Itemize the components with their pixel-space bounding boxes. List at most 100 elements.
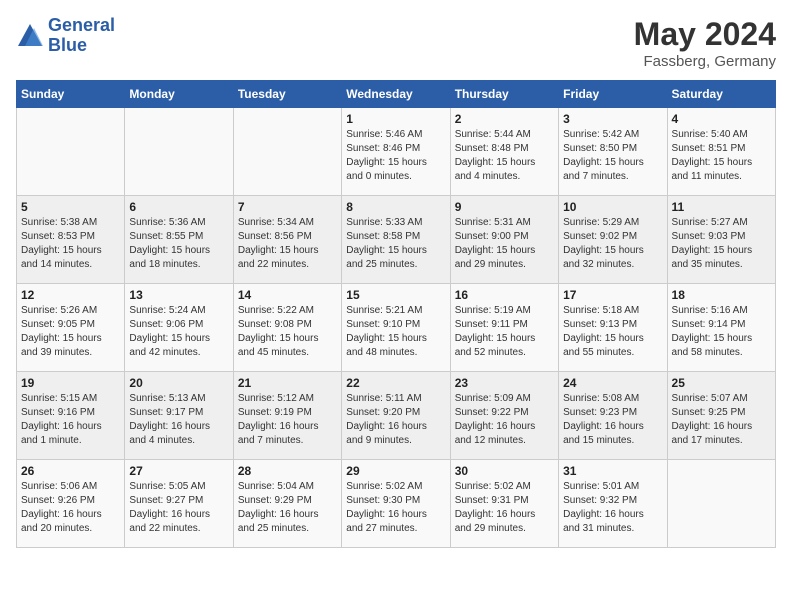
day-info: Sunrise: 5:09 AM Sunset: 9:22 PM Dayligh… (455, 392, 554, 448)
day-number: 7 (238, 200, 337, 214)
calendar-cell: 17 Sunrise: 5:18 AM Sunset: 9:13 PM Dayli… (559, 284, 667, 372)
day-info: Sunrise: 5:42 AM Sunset: 8:50 PM Dayligh… (563, 128, 662, 184)
day-info: Sunrise: 5:22 AM Sunset: 9:08 PM Dayligh… (238, 304, 337, 360)
day-number: 27 (129, 464, 228, 478)
day-info: Sunrise: 5:01 AM Sunset: 9:32 PM Dayligh… (563, 480, 662, 536)
day-number: 13 (129, 288, 228, 302)
day-number: 30 (455, 464, 554, 478)
location: Fassberg, Germany (634, 53, 776, 70)
day-number: 23 (455, 376, 554, 390)
logo-line1: General (48, 16, 115, 36)
day-info: Sunrise: 5:24 AM Sunset: 9:06 PM Dayligh… (129, 304, 228, 360)
calendar-cell: 23 Sunrise: 5:09 AM Sunset: 9:22 PM Dayli… (450, 372, 558, 460)
col-monday: Monday (125, 81, 233, 108)
day-info: Sunrise: 5:31 AM Sunset: 9:00 PM Dayligh… (455, 216, 554, 272)
day-number: 10 (563, 200, 662, 214)
calendar-cell: 13 Sunrise: 5:24 AM Sunset: 9:06 PM Dayli… (125, 284, 233, 372)
day-info: Sunrise: 5:12 AM Sunset: 9:19 PM Dayligh… (238, 392, 337, 448)
calendar-cell: 8 Sunrise: 5:33 AM Sunset: 8:58 PM Daylig… (342, 196, 450, 284)
calendar-week-4: 19 Sunrise: 5:15 AM Sunset: 9:16 PM Dayli… (17, 372, 776, 460)
day-info: Sunrise: 5:46 AM Sunset: 8:46 PM Dayligh… (346, 128, 445, 184)
calendar-cell: 16Sunrise: 5:19 AM Sunset: 9:11 PM Dayli… (450, 284, 558, 372)
day-number: 9 (455, 200, 554, 214)
calendar-cell: 20 Sunrise: 5:13 AM Sunset: 9:17 PM Dayli… (125, 372, 233, 460)
day-info: Sunrise: 5:36 AM Sunset: 8:55 PM Dayligh… (129, 216, 228, 272)
day-number: 18 (672, 288, 771, 302)
day-info: Sunrise: 5:02 AM Sunset: 9:30 PM Dayligh… (346, 480, 445, 536)
day-info: Sunrise: 5:44 AM Sunset: 8:48 PM Dayligh… (455, 128, 554, 184)
day-number: 19 (21, 376, 120, 390)
day-info: Sunrise: 5:18 AM Sunset: 9:13 PM Dayligh… (563, 304, 662, 360)
day-number: 22 (346, 376, 445, 390)
day-number: 2 (455, 112, 554, 126)
calendar-cell: 14 Sunrise: 5:22 AM Sunset: 9:08 PM Dayli… (233, 284, 341, 372)
day-number: 1 (346, 112, 445, 126)
day-number: 3 (563, 112, 662, 126)
calendar-cell: 6 Sunrise: 5:36 AM Sunset: 8:55 PM Daylig… (125, 196, 233, 284)
day-info: Sunrise: 5:15 AM Sunset: 9:16 PM Dayligh… (21, 392, 120, 448)
calendar-cell: 15 Sunrise: 5:21 AM Sunset: 9:10 PM Dayli… (342, 284, 450, 372)
calendar-cell: 18Sunrise: 5:16 AM Sunset: 9:14 PM Dayli… (667, 284, 775, 372)
logo-text: General Blue (48, 16, 115, 56)
day-number: 17 (563, 288, 662, 302)
day-info: Sunrise: 5:29 AM Sunset: 9:02 PM Dayligh… (563, 216, 662, 272)
calendar-cell: 10 Sunrise: 5:29 AM Sunset: 9:02 PM Dayli… (559, 196, 667, 284)
calendar-cell: 2 Sunrise: 5:44 AM Sunset: 8:48 PM Daylig… (450, 108, 558, 196)
calendar-cell: 1 Sunrise: 5:46 AM Sunset: 8:46 PM Daylig… (342, 108, 450, 196)
day-info: Sunrise: 5:26 AM Sunset: 9:05 PM Dayligh… (21, 304, 120, 360)
day-number: 14 (238, 288, 337, 302)
day-number: 26 (21, 464, 120, 478)
month-year: May 2024 (634, 16, 776, 53)
day-info: Sunrise: 5:08 AM Sunset: 9:23 PM Dayligh… (563, 392, 662, 448)
logo-icon (16, 22, 44, 50)
day-number: 6 (129, 200, 228, 214)
calendar-week-5: 26 Sunrise: 5:06 AM Sunset: 9:26 PM Dayli… (17, 460, 776, 548)
calendar-cell (667, 460, 775, 548)
day-info: Sunrise: 5:07 AM Sunset: 9:25 PM Dayligh… (672, 392, 771, 448)
calendar-cell: 4Sunrise: 5:40 AM Sunset: 8:51 PM Daylig… (667, 108, 775, 196)
day-number: 20 (129, 376, 228, 390)
calendar-cell: 28Sunrise: 5:04 AM Sunset: 9:29 PM Dayli… (233, 460, 341, 548)
col-tuesday: Tuesday (233, 81, 341, 108)
calendar-cell: 31 Sunrise: 5:01 AM Sunset: 9:32 PM Dayli… (559, 460, 667, 548)
logo: General Blue (16, 16, 115, 56)
col-wednesday: Wednesday (342, 81, 450, 108)
calendar-week-2: 5Sunrise: 5:38 AM Sunset: 8:53 PM Daylig… (17, 196, 776, 284)
day-info: Sunrise: 5:33 AM Sunset: 8:58 PM Dayligh… (346, 216, 445, 272)
title-block: May 2024 Fassberg, Germany (634, 16, 776, 70)
calendar-cell: 24 Sunrise: 5:08 AM Sunset: 9:23 PM Dayli… (559, 372, 667, 460)
calendar-week-3: 12 Sunrise: 5:26 AM Sunset: 9:05 PM Dayli… (17, 284, 776, 372)
col-friday: Friday (559, 81, 667, 108)
calendar-cell: 12 Sunrise: 5:26 AM Sunset: 9:05 PM Dayli… (17, 284, 125, 372)
calendar-cell: 26 Sunrise: 5:06 AM Sunset: 9:26 PM Dayli… (17, 460, 125, 548)
calendar-cell: 19 Sunrise: 5:15 AM Sunset: 9:16 PM Dayli… (17, 372, 125, 460)
calendar-cell: 11Sunrise: 5:27 AM Sunset: 9:03 PM Dayli… (667, 196, 775, 284)
day-info: Sunrise: 5:21 AM Sunset: 9:10 PM Dayligh… (346, 304, 445, 360)
day-number: 15 (346, 288, 445, 302)
day-number: 12 (21, 288, 120, 302)
calendar-cell: 3 Sunrise: 5:42 AM Sunset: 8:50 PM Daylig… (559, 108, 667, 196)
day-number: 8 (346, 200, 445, 214)
calendar-week-1: 1 Sunrise: 5:46 AM Sunset: 8:46 PM Daylig… (17, 108, 776, 196)
calendar-cell: 27 Sunrise: 5:05 AM Sunset: 9:27 PM Dayli… (125, 460, 233, 548)
calendar-cell: 21 Sunrise: 5:12 AM Sunset: 9:19 PM Dayli… (233, 372, 341, 460)
day-info: Sunrise: 5:05 AM Sunset: 9:27 PM Dayligh… (129, 480, 228, 536)
day-info: Sunrise: 5:02 AM Sunset: 9:31 PM Dayligh… (455, 480, 554, 536)
calendar-cell: 22Sunrise: 5:11 AM Sunset: 9:20 PM Dayli… (342, 372, 450, 460)
calendar-body: 1 Sunrise: 5:46 AM Sunset: 8:46 PM Daylig… (17, 108, 776, 548)
calendar-cell: 9 Sunrise: 5:31 AM Sunset: 9:00 PM Daylig… (450, 196, 558, 284)
col-sunday: Sunday (17, 81, 125, 108)
day-info: Sunrise: 5:06 AM Sunset: 9:26 PM Dayligh… (21, 480, 120, 536)
calendar-table: Sunday Monday Tuesday Wednesday Thursday… (16, 80, 776, 548)
day-number: 31 (563, 464, 662, 478)
day-info: Sunrise: 5:34 AM Sunset: 8:56 PM Dayligh… (238, 216, 337, 272)
col-thursday: Thursday (450, 81, 558, 108)
day-number: 5 (21, 200, 120, 214)
logo-line2: Blue (48, 36, 115, 56)
day-info: Sunrise: 5:13 AM Sunset: 9:17 PM Dayligh… (129, 392, 228, 448)
calendar-cell: 29Sunrise: 5:02 AM Sunset: 9:30 PM Dayli… (342, 460, 450, 548)
day-number: 24 (563, 376, 662, 390)
page-header: General Blue May 2024 Fassberg, Germany (16, 16, 776, 70)
calendar-cell: 5Sunrise: 5:38 AM Sunset: 8:53 PM Daylig… (17, 196, 125, 284)
day-number: 21 (238, 376, 337, 390)
